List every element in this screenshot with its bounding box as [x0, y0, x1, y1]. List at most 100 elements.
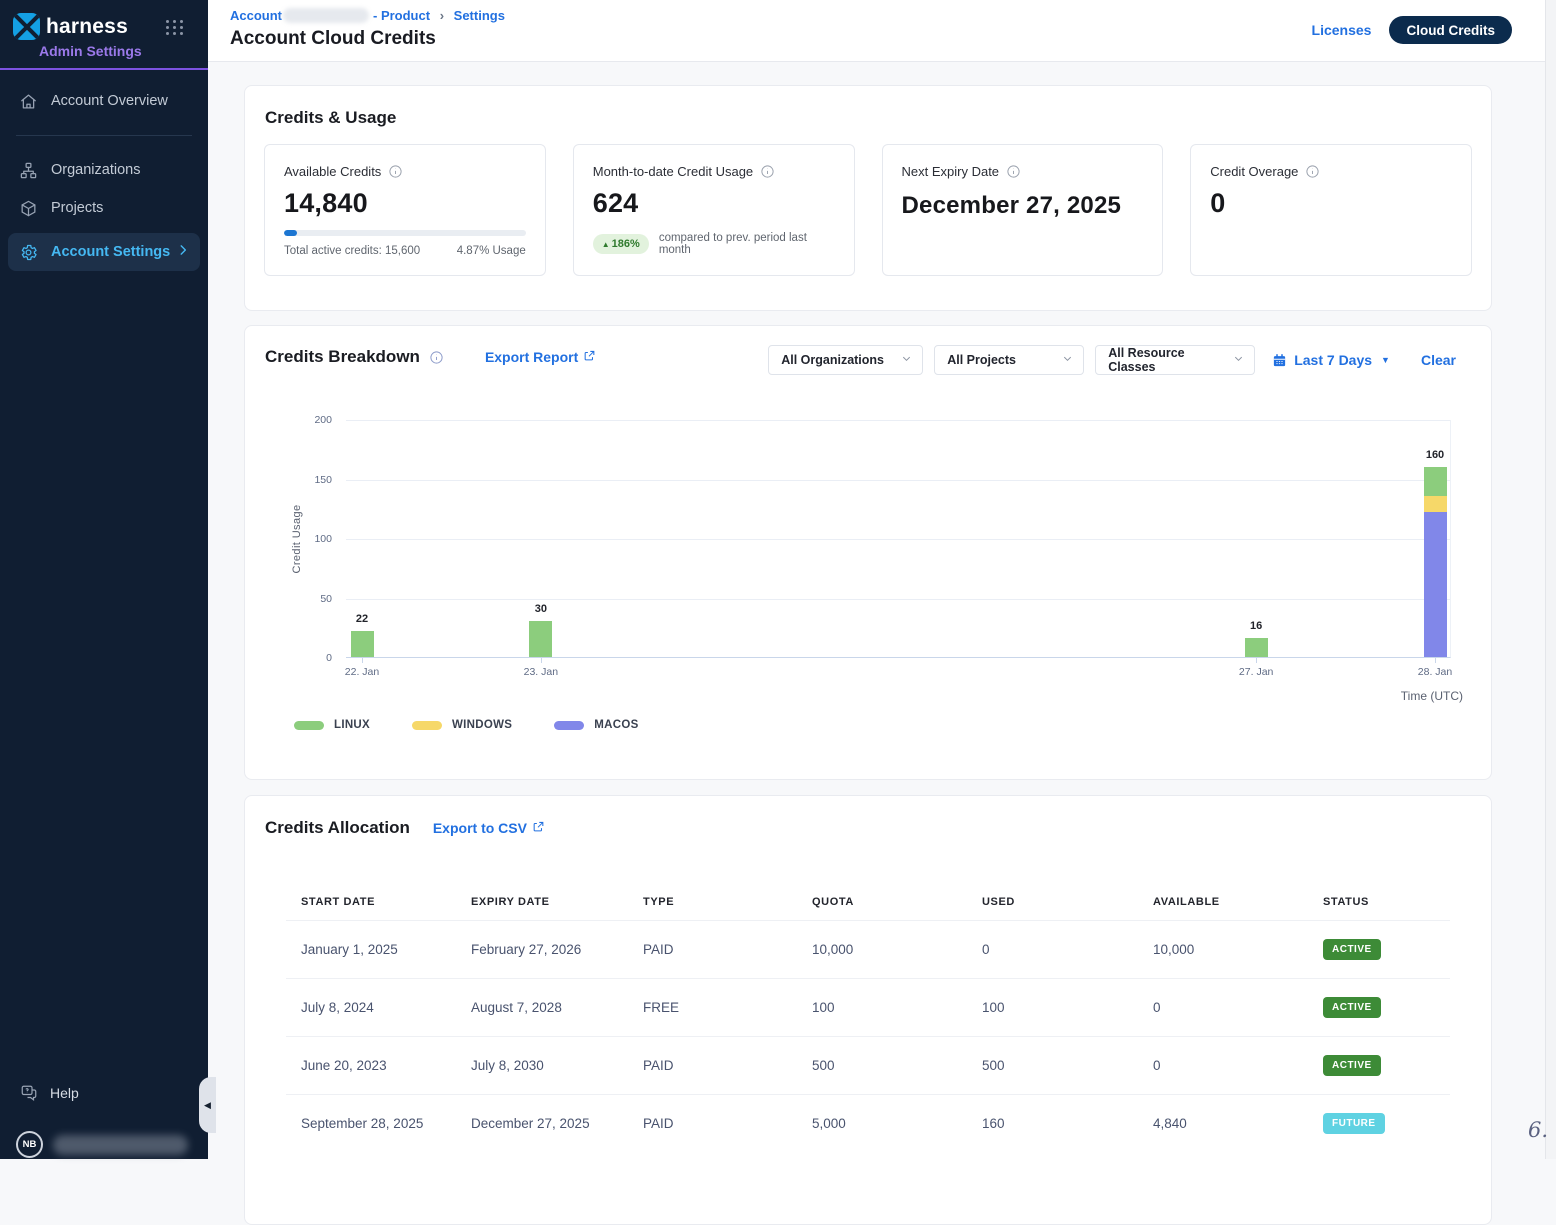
sidebar-item-organizations[interactable]: Organizations: [0, 151, 208, 189]
bar-value-label: 30: [535, 603, 547, 615]
user-row[interactable]: NB: [16, 1131, 188, 1158]
legend-swatch: [554, 721, 584, 730]
bar-segment-macos[interactable]: [1424, 512, 1447, 657]
trend-badge: ▲186%: [593, 234, 649, 254]
x-tick-mark: [1256, 658, 1257, 663]
card-label: Credit Overage: [1210, 164, 1298, 179]
clear-filters-link[interactable]: Clear: [1421, 352, 1456, 368]
help-chat-icon: [20, 1084, 38, 1102]
y-tick-label: 0: [326, 652, 332, 664]
gridline: [346, 599, 1450, 600]
gridline: [346, 480, 1450, 481]
legend-item-windows[interactable]: WINDOWS: [412, 719, 512, 731]
chevron-down-icon: [1223, 353, 1244, 367]
legend-item-macos[interactable]: MACOS: [554, 719, 638, 731]
resource-classes-select[interactable]: All Resource Classes: [1095, 345, 1255, 375]
accent-divider: [0, 68, 208, 70]
help-button[interactable]: Help: [20, 1084, 79, 1102]
export-report-link[interactable]: Export Report: [485, 349, 596, 365]
calendar-icon: [1272, 353, 1287, 368]
cell-start: July 8, 2024: [301, 1000, 471, 1015]
status-badge: ACTIVE: [1323, 997, 1381, 1018]
info-icon[interactable]: [760, 164, 775, 179]
cell-quota: 100: [812, 1000, 982, 1015]
organizations-select[interactable]: All Organizations: [768, 345, 923, 375]
column-header: EXPIRY DATE: [471, 896, 643, 908]
sidebar-nav: Account Overview Organizations Projects …: [0, 82, 208, 271]
sidebar-item-account-overview[interactable]: Account Overview: [0, 82, 208, 120]
table-header-row: START DATEEXPIRY DATETYPEQUOTAUSEDAVAILA…: [286, 884, 1450, 920]
sidebar-collapse-handle[interactable]: ◀: [199, 1077, 216, 1133]
y-axis-title: Credit Usage: [291, 505, 303, 574]
x-tick-mark: [541, 658, 542, 663]
cell-used: 500: [982, 1058, 1153, 1073]
cell-used: 100: [982, 1000, 1153, 1015]
bar-value-label: 16: [1250, 620, 1262, 632]
info-icon[interactable]: [388, 164, 403, 179]
nav-divider: [16, 135, 192, 136]
projects-select[interactable]: All Projects: [934, 345, 1084, 375]
table-row: June 20, 2023July 8, 2030PAID5005000ACTI…: [286, 1036, 1450, 1094]
total-active-credits: Total active credits: 15,600: [284, 245, 420, 257]
app-grid-icon[interactable]: [166, 20, 184, 35]
caret-down-icon: ▼: [1381, 355, 1390, 365]
sidebar-item-projects[interactable]: Projects: [0, 189, 208, 227]
breadcrumb-product[interactable]: - Product: [373, 8, 430, 23]
y-tick-label: 100: [314, 533, 332, 545]
breadcrumb-settings[interactable]: Settings: [454, 8, 505, 23]
credits-usage-panel: Credits & Usage Available Credits 14,840…: [244, 85, 1492, 311]
gear-icon: [19, 243, 38, 262]
cell-expiry: August 7, 2028: [471, 1000, 643, 1015]
cell-type: PAID: [643, 942, 812, 957]
chevron-right-icon: [176, 243, 190, 261]
cell-available: 10,000: [1153, 942, 1323, 957]
bar-segment-linux[interactable]: [1245, 638, 1268, 657]
scrollbar-track[interactable]: [1545, 0, 1556, 1159]
chevron-down-icon: [1052, 353, 1073, 367]
usage-percent: 4.87% Usage: [457, 245, 526, 257]
cell-expiry: February 27, 2026: [471, 942, 643, 957]
info-icon[interactable]: [1305, 164, 1320, 179]
cell-expiry: July 8, 2030: [471, 1058, 643, 1073]
breadcrumb-account[interactable]: Account: [230, 8, 282, 23]
mtd-usage-card: Month-to-date Credit Usage 624 ▲186% com…: [573, 144, 855, 276]
bar-segment-windows[interactable]: [1424, 496, 1447, 511]
licenses-link[interactable]: Licenses: [1312, 22, 1372, 38]
bar-segment-linux[interactable]: [351, 631, 374, 657]
cell-type: PAID: [643, 1116, 812, 1131]
bar-segment-linux[interactable]: [1424, 467, 1447, 497]
legend-label: LINUX: [334, 719, 370, 731]
legend-item-linux[interactable]: LINUX: [294, 719, 370, 731]
sidebar-item-label: Organizations: [51, 162, 140, 178]
brand-name: harness: [46, 15, 128, 39]
y-tick-label: 50: [320, 593, 332, 605]
gridline: [346, 539, 1450, 540]
page-header: Account- Product › Settings Account Clou…: [208, 0, 1556, 62]
module-subtitle: Admin Settings: [39, 43, 208, 59]
x-axis-title: Time (UTC): [1401, 689, 1463, 703]
bar-value-label: 160: [1426, 449, 1444, 461]
status-badge: ACTIVE: [1323, 1055, 1381, 1076]
help-label: Help: [50, 1085, 79, 1101]
page-title: Account Cloud Credits: [230, 28, 436, 50]
info-icon[interactable]: [429, 350, 444, 365]
column-header: QUOTA: [812, 896, 982, 908]
cell-available: 4,840: [1153, 1116, 1323, 1131]
x-tick-label: 28. Jan: [1418, 666, 1452, 678]
export-csv-link[interactable]: Export to CSV: [433, 820, 545, 836]
mtd-usage-value: 624: [593, 188, 835, 219]
cell-start: September 28, 2025: [301, 1116, 471, 1131]
date-range-picker[interactable]: Last 7 Days ▼: [1272, 352, 1390, 368]
status-badge: FUTURE: [1323, 1113, 1385, 1134]
trend-up-icon: ▲: [602, 240, 610, 249]
sidebar-item-account-settings[interactable]: Account Settings: [8, 233, 200, 271]
chevron-down-icon: [891, 353, 912, 367]
legend-swatch: [412, 721, 442, 730]
info-icon[interactable]: [1006, 164, 1021, 179]
cell-type: FREE: [643, 1000, 812, 1015]
bar-segment-linux[interactable]: [529, 621, 552, 657]
cloud-credits-button[interactable]: Cloud Credits: [1389, 16, 1512, 44]
breadcrumb[interactable]: Account- Product › Settings: [230, 8, 505, 23]
corner-handwriting-mark: 6.: [1528, 1118, 1548, 1142]
card-label: Next Expiry Date: [902, 164, 1000, 179]
